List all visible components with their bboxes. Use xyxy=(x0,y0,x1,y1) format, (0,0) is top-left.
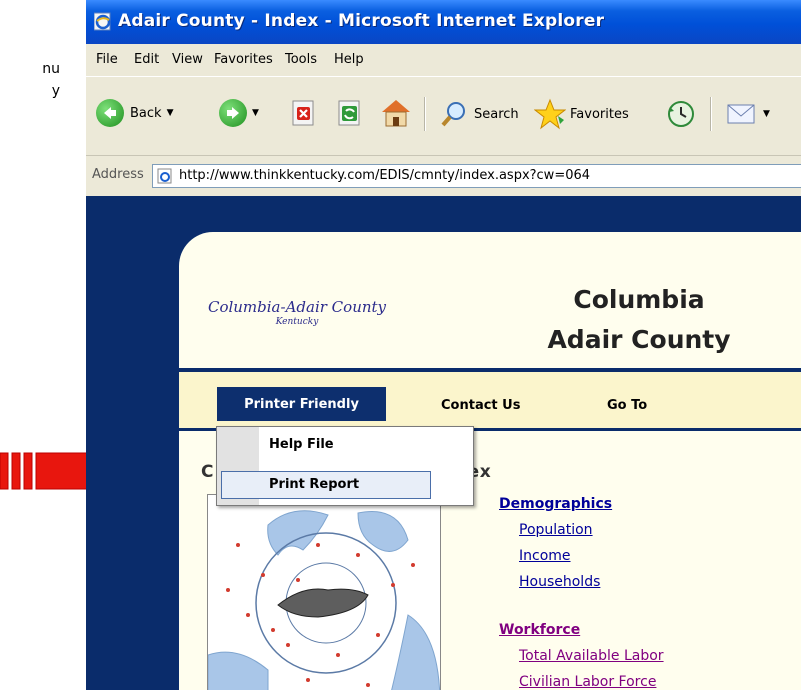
home-icon xyxy=(382,100,410,127)
logo-text: Columbia-Adair County xyxy=(207,298,387,316)
refresh-button[interactable] xyxy=(337,100,363,126)
address-bar: Address http://www.thinkkentucky.com/EDI… xyxy=(86,155,801,196)
help-file-menu-item[interactable]: Help File xyxy=(269,437,334,452)
browser-window: Adair County - Index - Microsoft Interne… xyxy=(86,0,801,690)
regional-map[interactable] xyxy=(207,494,441,690)
search-icon xyxy=(441,102,465,127)
mail-icon xyxy=(727,104,755,124)
population-link[interactable]: Population xyxy=(519,522,593,538)
menu-view[interactable]: View xyxy=(172,52,203,67)
contact-us-link[interactable]: Contact Us xyxy=(441,398,520,413)
search-label: Search xyxy=(474,106,519,122)
history-button[interactable] xyxy=(666,99,696,129)
site-nav-bar: Printer Friendly Contact Us Go To xyxy=(179,372,801,428)
page-heading-left: C xyxy=(201,462,214,482)
side-annotation: nu y xyxy=(0,58,60,102)
logo-subtext: Kentucky xyxy=(275,317,319,327)
favorites-button[interactable]: Favorites xyxy=(534,98,629,130)
printer-friendly-menu: Help File Print Report xyxy=(216,426,474,506)
menu-bar: File Edit View Favorites Tools Help xyxy=(86,44,801,77)
printer-friendly-button[interactable]: Printer Friendly xyxy=(217,387,386,421)
forward-arrow-icon xyxy=(219,99,247,127)
stop-button[interactable] xyxy=(291,100,317,126)
map-image xyxy=(208,495,440,690)
menu-help[interactable]: Help xyxy=(334,52,364,67)
site-title: Columbia Adair County xyxy=(479,280,799,360)
workforce-link[interactable]: Workforce xyxy=(499,622,580,638)
income-link[interactable]: Income xyxy=(519,548,571,564)
address-url: http://www.thinkkentucky.com/EDIS/cmnty/… xyxy=(179,168,591,183)
address-label: Address xyxy=(92,167,144,182)
stop-icon xyxy=(292,100,314,126)
households-link[interactable]: Households xyxy=(519,574,600,590)
window-title: Adair County - Index - Microsoft Interne… xyxy=(118,11,605,31)
toolbar: Back ▼ ▼ Search Favorites ▼ xyxy=(86,77,801,155)
back-arrow-icon xyxy=(96,99,124,127)
site-title-line1: Columbia xyxy=(573,285,705,314)
menu-edit[interactable]: Edit xyxy=(134,52,159,67)
menu-favorites[interactable]: Favorites xyxy=(214,52,273,67)
forward-button[interactable]: ▼ xyxy=(219,99,259,127)
total-available-labor-link[interactable]: Total Available Labor xyxy=(519,648,664,664)
mail-button[interactable]: ▼ xyxy=(726,101,770,127)
page-icon xyxy=(157,168,172,184)
title-bar[interactable]: Adair County - Index - Microsoft Interne… xyxy=(86,0,801,44)
site-title-line2: Adair County xyxy=(547,325,731,354)
site-logo[interactable]: Columbia-Adair County Kentucky xyxy=(197,298,397,327)
civilian-labor-force-link[interactable]: Civilian Labor Force xyxy=(519,674,656,690)
demographics-link[interactable]: Demographics xyxy=(499,496,612,512)
home-button[interactable] xyxy=(380,98,412,128)
mail-dropdown-icon[interactable]: ▼ xyxy=(763,109,770,119)
refresh-icon xyxy=(338,100,360,126)
side-annotation-line2: y xyxy=(51,83,60,99)
back-label: Back xyxy=(130,105,162,121)
go-to-link[interactable]: Go To xyxy=(607,398,647,413)
back-dropdown-icon[interactable]: ▼ xyxy=(167,108,174,118)
side-annotation-line1: nu xyxy=(42,61,60,77)
internet-explorer-icon xyxy=(94,12,111,31)
search-button[interactable]: Search xyxy=(440,100,519,128)
forward-dropdown-icon[interactable]: ▼ xyxy=(252,108,259,118)
menu-file[interactable]: File xyxy=(96,52,118,67)
history-icon xyxy=(668,101,694,127)
menu-tools[interactable]: Tools xyxy=(285,52,317,67)
back-button[interactable]: Back ▼ xyxy=(96,99,173,127)
favorites-label: Favorites xyxy=(570,106,629,122)
favorites-star-icon xyxy=(534,98,566,130)
address-input[interactable]: http://www.thinkkentucky.com/EDIS/cmnty/… xyxy=(152,164,801,188)
print-report-menu-item[interactable]: Print Report xyxy=(269,477,359,492)
